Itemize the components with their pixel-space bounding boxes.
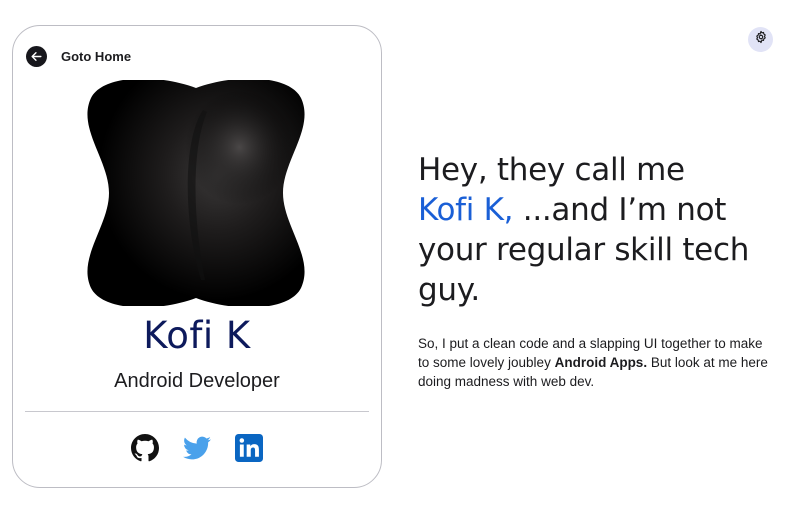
twitter-icon[interactable]: [183, 434, 211, 462]
hero-line-3: your regular skill tech: [418, 232, 750, 268]
gear-icon: [754, 30, 768, 49]
linkedin-icon[interactable]: [235, 434, 263, 462]
goto-home-label[interactable]: Goto Home: [61, 49, 131, 64]
divider: [25, 411, 369, 412]
hero-line-2: Kofi K, ...and I’m not: [418, 190, 778, 230]
goto-home-link[interactable]: Goto Home: [26, 45, 131, 67]
social-links: [13, 434, 381, 462]
profile-role: Android Developer: [114, 370, 280, 392]
profile-name: Kofi K: [143, 314, 251, 357]
github-icon[interactable]: [131, 434, 159, 462]
hero-headline: Hey, they call me Kofi K, ...and I’m not…: [418, 150, 778, 310]
avatar: [83, 78, 309, 308]
intro-bold: Android Apps.: [554, 355, 648, 370]
profile-card: Goto Home Kofi K Android Developer: [12, 25, 382, 488]
hero-line-2-rest: ...and I’m not: [513, 192, 727, 228]
hero-line-4: guy.: [418, 272, 480, 308]
intro-paragraph: So, I put a clean code and a slapping UI…: [418, 334, 768, 391]
hero-highlight-name: Kofi K,: [418, 192, 514, 228]
hero-line-1: Hey, they call me: [418, 152, 685, 188]
arrow-left-icon[interactable]: [26, 45, 47, 67]
settings-button[interactable]: [748, 27, 773, 52]
